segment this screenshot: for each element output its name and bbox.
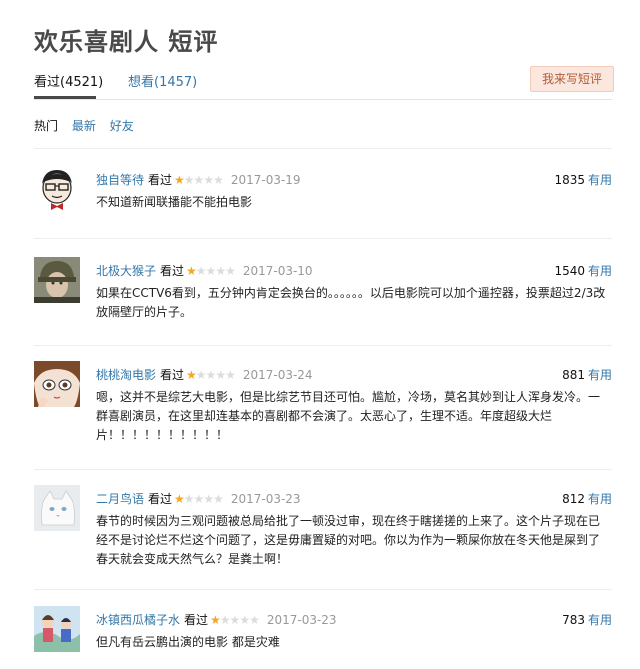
- review-status: 看过: [160, 368, 185, 382]
- tab-wish[interactable]: 想看(1457): [128, 71, 197, 90]
- review-votes: 783 有用: [562, 611, 612, 628]
- vote-count: 881: [562, 368, 585, 382]
- review-date: 2017-03-10: [242, 264, 313, 278]
- photo-avatar[interactable]: [34, 257, 80, 303]
- review-date: 2017-03-23: [266, 613, 337, 627]
- cartoon-avatar[interactable]: [34, 166, 80, 212]
- write-review-button[interactable]: 我来写短评: [530, 66, 614, 92]
- review-votes: 1835 有用: [554, 171, 612, 188]
- useful-button[interactable]: 有用: [588, 173, 612, 187]
- review-divider: [34, 345, 612, 346]
- anime-avatar[interactable]: [34, 361, 80, 407]
- vote-count: 1540: [554, 264, 585, 278]
- vote-count: 783: [562, 613, 585, 627]
- useful-button[interactable]: 有用: [588, 613, 612, 627]
- star-rating: ★★★★★: [174, 173, 224, 187]
- tab-watched[interactable]: 看过(4521): [34, 71, 103, 90]
- review-content: 嗯，这并不是综艺大电影，但是比综艺节目还可怕。尴尬，冷场，莫名其妙到让人浑身发冷…: [96, 390, 601, 442]
- review-author[interactable]: 冰镇西瓜橘子水: [96, 613, 180, 627]
- review-content: 不知道新闻联播能不能拍电影: [96, 195, 253, 209]
- illustration-avatar[interactable]: [34, 606, 80, 652]
- review-status: 看过: [184, 613, 209, 627]
- review-votes: 881 有用: [562, 366, 612, 383]
- review-author[interactable]: 桃桃淘电影: [96, 368, 156, 382]
- sort-divider: [34, 148, 612, 149]
- sort-options: 热门 最新 好友: [34, 117, 144, 134]
- review-date: 2017-03-19: [230, 173, 301, 187]
- review-meta: 北极大猴子 看过 ★★★★★ 2017-03-10: [96, 262, 313, 279]
- review-status: 看过: [148, 492, 173, 506]
- sort-hot[interactable]: 热门: [34, 119, 58, 133]
- tab-divider: [34, 99, 612, 100]
- review-divider: [34, 238, 612, 239]
- review-meta: 独自等待 看过 ★★★★★ 2017-03-19: [96, 171, 301, 188]
- star-rating: ★★★★★: [186, 368, 236, 382]
- useful-button[interactable]: 有用: [588, 264, 612, 278]
- review-author[interactable]: 二月鸟语: [96, 492, 144, 506]
- star-rating: ★★★★★: [210, 613, 260, 627]
- review-status: 看过: [148, 173, 173, 187]
- review-meta: 桃桃淘电影 看过 ★★★★★ 2017-03-24: [96, 366, 313, 383]
- review-votes: 812 有用: [562, 490, 612, 507]
- page-title: 欢乐喜剧人 短评: [34, 28, 219, 56]
- review-divider: [34, 469, 612, 470]
- vote-count: 812: [562, 492, 585, 506]
- review-content: 但凡有岳云鹏出演的电影 都是灾难: [96, 635, 280, 649]
- useful-button[interactable]: 有用: [588, 492, 612, 506]
- vote-count: 1835: [554, 173, 585, 187]
- sort-friends[interactable]: 好友: [110, 119, 134, 133]
- review-content: 春节的时候因为三观问题被总局给批了一顿没过审，现在终于瞎搓搓的上来了。这个片子现…: [96, 514, 601, 566]
- sort-latest[interactable]: 最新: [72, 119, 96, 133]
- review-divider: [34, 589, 612, 590]
- review-votes: 1540 有用: [554, 262, 612, 279]
- useful-button[interactable]: 有用: [588, 368, 612, 382]
- review-meta: 二月鸟语 看过 ★★★★★ 2017-03-23: [96, 490, 301, 507]
- review-status: 看过: [160, 264, 185, 278]
- review-author[interactable]: 独自等待: [96, 173, 144, 187]
- star-rating: ★★★★★: [186, 264, 236, 278]
- star-rating: ★★★★★: [174, 492, 224, 506]
- cat-avatar[interactable]: [34, 485, 80, 531]
- review-author[interactable]: 北极大猴子: [96, 264, 156, 278]
- review-date: 2017-03-23: [230, 492, 301, 506]
- review-date: 2017-03-24: [242, 368, 313, 382]
- review-meta: 冰镇西瓜橘子水 看过 ★★★★★ 2017-03-23: [96, 611, 337, 628]
- review-content: 如果在CCTV6看到，五分钟内肯定会换台的。。。。。。以后电影院可以加个遥控器，…: [96, 286, 606, 319]
